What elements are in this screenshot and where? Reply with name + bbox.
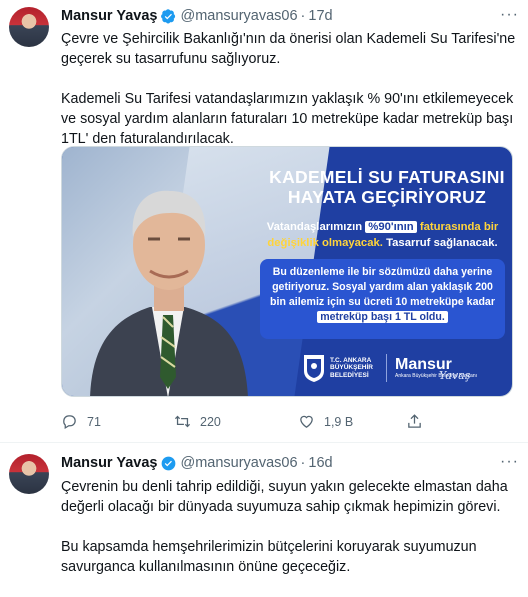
tweet-image[interactable]: KADEMELİ SU FATURASINI HAYATA GEÇİRİYORU… bbox=[61, 146, 513, 397]
timestamp[interactable]: 16d bbox=[308, 455, 332, 471]
tweet-paragraph: Kademeli Su Tarifesi vatandaşlarımızın y… bbox=[61, 91, 514, 147]
retweet-icon bbox=[174, 415, 191, 428]
separator-dot: · bbox=[300, 455, 306, 471]
tweet-paragraph: Çevrenin bu denli tahrip edildiği, suyun… bbox=[61, 479, 508, 515]
verified-badge-icon bbox=[162, 456, 176, 470]
author-name[interactable]: Mansur Yavaş bbox=[61, 8, 157, 24]
reply-icon bbox=[63, 415, 76, 430]
retweet-button[interactable]: 220 bbox=[174, 413, 221, 430]
banner-title-line: KADEMELİ SU FATURASINI bbox=[269, 167, 505, 187]
portrait-illustration bbox=[90, 190, 248, 396]
reply-count: 71 bbox=[87, 414, 101, 429]
tweet-text: Çevrenin bu denli tahrip edildiği, suyun… bbox=[61, 477, 516, 597]
share-icon bbox=[408, 414, 421, 428]
like-icon bbox=[300, 415, 313, 428]
tweet-header: Mansur Yavaş @mansuryavas06 · 16d bbox=[61, 455, 333, 471]
like-count: 1,9 B bbox=[324, 414, 354, 429]
avatar[interactable] bbox=[9, 454, 49, 494]
reply-button[interactable]: 71 bbox=[61, 413, 101, 430]
signature: Yavaş bbox=[439, 368, 471, 382]
banner-text-yellow: değişiklik olmayacak. bbox=[267, 237, 383, 249]
author-name[interactable]: Mansur Yavaş bbox=[61, 455, 157, 471]
banner-text: Tasarruf sağlanacak. bbox=[386, 237, 498, 249]
tweet-actions: 71 220 1,9 B bbox=[61, 413, 516, 431]
banner-title-line: HAYATA GEÇİRİYORUZ bbox=[287, 187, 487, 207]
banner-text: Vatandaşlarımızın bbox=[266, 221, 363, 233]
banner-title: KADEMELİ SU FATURASINI HAYATA GEÇİRİYORU… bbox=[257, 167, 512, 207]
more-icon[interactable]: ··· bbox=[500, 6, 519, 24]
banner-info-1: Vatandaşlarımızın %90'ının faturasında b… bbox=[260, 219, 505, 251]
author-handle[interactable]: @mansuryavas06 bbox=[180, 8, 297, 24]
tweet-1[interactable]: Mansur Yavaş @mansuryavas06 · 17d ··· Çe… bbox=[0, 0, 528, 443]
retweet-count: 220 bbox=[200, 414, 221, 429]
more-icon[interactable]: ··· bbox=[500, 453, 519, 471]
logo-divider bbox=[386, 354, 387, 382]
tweet-paragraph: Bu kapsamda hemşehrilerimizin bütçelerin… bbox=[61, 539, 477, 575]
organization-name: T.C. ANKARA BÜYÜKŞEHİR BELEDİYESİ bbox=[330, 356, 373, 379]
banner-info-2: Bu düzenleme ile bir sözümüzü daha yerin… bbox=[260, 259, 505, 339]
like-button[interactable]: 1,9 B bbox=[298, 413, 353, 430]
tweet-paragraph: Çevre ve Şehircilik Bakanlığı'nın da öne… bbox=[61, 31, 516, 67]
avatar[interactable] bbox=[9, 7, 49, 47]
banner-highlight: metreküp başı 1 TL oldu. bbox=[317, 311, 448, 323]
separator-dot: · bbox=[300, 8, 306, 24]
tweet-2[interactable]: Mansur Yavaş @mansuryavas06 · 16d ··· Çe… bbox=[0, 443, 528, 575]
logo-row: T.C. ANKARA BÜYÜKŞEHİR BELEDİYESİ Mansur… bbox=[302, 348, 502, 388]
banner-text-yellow: faturasında bir bbox=[419, 221, 499, 233]
timestamp[interactable]: 17d bbox=[308, 8, 332, 24]
municipality-emblem-icon bbox=[304, 355, 324, 382]
banner-text: Bu düzenleme ile bir sözümüzü daha yerin… bbox=[270, 266, 495, 308]
verified-badge-icon bbox=[161, 8, 176, 23]
banner-highlight: %90'ının bbox=[365, 221, 417, 233]
share-button[interactable] bbox=[406, 413, 432, 430]
author-handle[interactable]: @mansuryavas06 bbox=[180, 455, 297, 471]
tweet-header: Mansur Yavaş @mansuryavas06 · 17d bbox=[61, 8, 333, 24]
